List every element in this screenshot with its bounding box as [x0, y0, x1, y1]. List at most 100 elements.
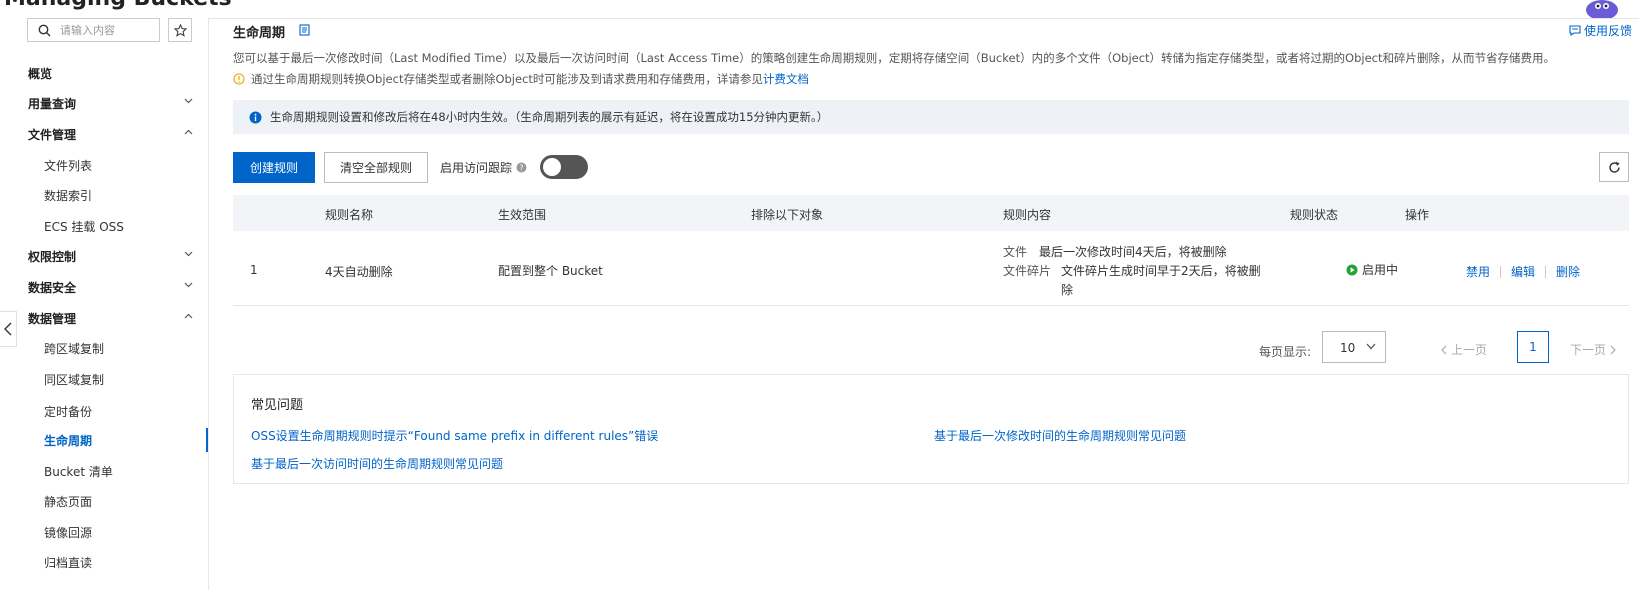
chevron-down-icon [184, 282, 193, 288]
feedback-link-label: 使用反馈 [1584, 24, 1633, 38]
mascot-icon [1586, 0, 1618, 18]
toggle-knob [543, 158, 561, 176]
star-icon [173, 23, 187, 37]
create-rule-button[interactable]: 创建规则 [233, 152, 315, 183]
sidebar-item-archive-direct-read[interactable]: 归档直读 [0, 550, 208, 574]
sidebar-item-same-region-replication[interactable]: 同区域复制 [0, 367, 208, 391]
info-notice-text: 生命周期规则设置和修改后将在48小时内生效。（生命周期列表的展示有延迟，将在设置… [270, 110, 829, 124]
table-header: 规则名称 生效范围 排除以下对象 规则内容 规则状态 操作 [233, 195, 1629, 231]
sidebar-item-label: 用量查询 [28, 96, 77, 111]
rule-content-value-wrap: 除 [1061, 283, 1074, 297]
sidebar-item-label: 生命周期 [44, 433, 93, 448]
feedback-link[interactable]: 使用反馈 [1569, 22, 1632, 39]
warning-icon [233, 73, 245, 85]
faq-link[interactable]: 基于最后一次访问时间的生命周期规则常见问题 [251, 455, 503, 472]
current-page-button[interactable]: 1 [1517, 331, 1549, 363]
page-size-label: 每页显示: [1259, 345, 1312, 359]
document-icon[interactable] [299, 24, 310, 36]
rule-actions: 禁用 编辑 删除 [1466, 263, 1580, 280]
top-bar: Managing Buckets [0, 0, 1639, 19]
help-icon[interactable]: ? [516, 162, 527, 173]
column-header: 规则名称 [325, 208, 374, 222]
svg-text:?: ? [519, 163, 523, 172]
faq-title: 常见问题 [251, 398, 304, 413]
table-row: 1 4天自动删除 配置到整个 Bucket 文件 最后一次修改时间4天后，将被删除… [233, 231, 1629, 306]
sidebar-item-label: 文件列表 [44, 158, 93, 173]
column-header: 生效范围 [498, 208, 547, 222]
sidebar-item-usage[interactable]: 用量查询 [0, 91, 208, 115]
sidebar-item-label: ECS 挂载 OSS [44, 219, 124, 234]
sidebar-item-label: 静态页面 [44, 494, 93, 509]
edit-rule-link[interactable]: 编辑 [1511, 263, 1535, 280]
chevron-up-icon [184, 129, 193, 135]
sidebar-item-static-page[interactable]: 静态页面 [0, 489, 208, 513]
page-size-value: 10 [1340, 341, 1356, 355]
sidebar-item-data-management[interactable]: 数据管理 [0, 306, 208, 330]
faq-panel: 常见问题 OSS设置生命周期规则时提示“Found same prefix in… [233, 374, 1629, 484]
billing-warning: 通过生命周期规则转换Object存储类型或者删除Object时可能涉及到请求费用… [233, 71, 809, 87]
page-header-title: Managing Buckets [4, 0, 232, 11]
search-input[interactable] [60, 21, 155, 39]
billing-doc-link[interactable]: 计费文档 [763, 71, 809, 87]
status-running-icon [1346, 264, 1358, 275]
chevron-left-icon [1441, 345, 1447, 354]
sidebar-item-access-control[interactable]: 权限控制 [0, 244, 208, 268]
sidebar-item-data-index[interactable]: 数据索引 [0, 183, 208, 207]
chevron-down-icon [1366, 343, 1376, 350]
search-icon [38, 24, 51, 37]
sidebar-item-label: 定时备份 [44, 404, 93, 419]
disable-rule-link[interactable]: 禁用 [1466, 263, 1490, 280]
rule-status-text: 启用中 [1362, 263, 1399, 277]
info-icon [249, 111, 262, 123]
sidebar-item-label: 数据安全 [28, 280, 77, 295]
chevron-right-icon [1610, 345, 1616, 354]
column-header: 规则内容 [1003, 208, 1052, 222]
sidebar-item-data-security[interactable]: 数据安全 [0, 275, 208, 299]
rule-content-value: 最后一次修改时间4天后，将被删除 [1039, 245, 1227, 259]
sidebar-item-overview[interactable]: 概览 [0, 61, 208, 85]
divider [1500, 265, 1502, 278]
faq-link[interactable]: 基于最后一次修改时间的生命周期规则常见问题 [934, 427, 1186, 444]
sidebar-item-file-management[interactable]: 文件管理 [0, 122, 208, 146]
refresh-button[interactable] [1599, 152, 1629, 182]
access-tracking-label-text: 启用访问跟踪 [440, 161, 513, 175]
rule-status: 启用中 [1346, 261, 1398, 278]
sidebar-item-bucket-inventory[interactable]: Bucket 清单 [0, 459, 208, 483]
sidebar-item-ecs-mount[interactable]: ECS 挂载 OSS [0, 214, 208, 238]
sidebar-item-label: 同区域复制 [44, 372, 105, 387]
sidebar-item-label: 归档直读 [44, 555, 93, 570]
faq-link[interactable]: OSS设置生命周期规则时提示“Found same prefix in diff… [251, 427, 658, 444]
sidebar-collapse-button[interactable] [0, 311, 17, 347]
page-size-select[interactable]: 10 [1322, 331, 1386, 363]
sidebar-item-mirror-back-to-origin[interactable]: 镜像回源 [0, 520, 208, 544]
next-page-button[interactable]: 下一页 [1570, 341, 1616, 358]
sidebar: 概览 用量查询 文件管理 文件列表 数据索引 ECS 挂载 OSS 权限控制 数… [0, 18, 209, 590]
row-index: 1 [250, 263, 258, 277]
sidebar-item-label: 数据管理 [28, 311, 77, 326]
rule-content-key: 文件 [1003, 245, 1028, 259]
rule-content-fragment: 文件碎片 文件碎片生成时间早于2天后，将被删 [1003, 262, 1261, 279]
access-tracking-toggle[interactable] [540, 155, 588, 179]
info-notice: 生命周期规则设置和修改后将在48小时内生效。（生命周期列表的展示有延迟，将在设置… [233, 100, 1629, 134]
sidebar-item-file-list[interactable]: 文件列表 [0, 153, 208, 177]
sidebar-item-label: 概览 [28, 66, 53, 81]
feedback-icon [1569, 25, 1581, 36]
prev-page-button[interactable]: 上一页 [1441, 341, 1487, 358]
delete-rule-link[interactable]: 删除 [1556, 263, 1580, 280]
divider [1545, 265, 1547, 278]
sidebar-item-label: Bucket 清单 [44, 464, 113, 479]
clear-all-rules-button[interactable]: 清空全部规则 [324, 152, 428, 183]
column-header: 操作 [1405, 208, 1430, 222]
favorite-button[interactable] [168, 18, 192, 42]
sidebar-item-scheduled-backup[interactable]: 定时备份 [0, 399, 208, 423]
sidebar-item-lifecycle[interactable]: 生命周期 [0, 428, 208, 452]
sidebar-item-cross-region-replication[interactable]: 跨区域复制 [0, 336, 208, 360]
rule-scope: 配置到整个 Bucket [498, 264, 603, 278]
chevron-down-icon [184, 251, 193, 257]
sidebar-item-label: 数据索引 [44, 188, 93, 203]
page-title: 生命周期 [233, 26, 286, 41]
search-box [27, 18, 160, 42]
rule-name: 4天自动删除 [325, 265, 393, 279]
column-header: 排除以下对象 [751, 208, 824, 222]
sidebar-item-label: 跨区域复制 [44, 341, 105, 356]
